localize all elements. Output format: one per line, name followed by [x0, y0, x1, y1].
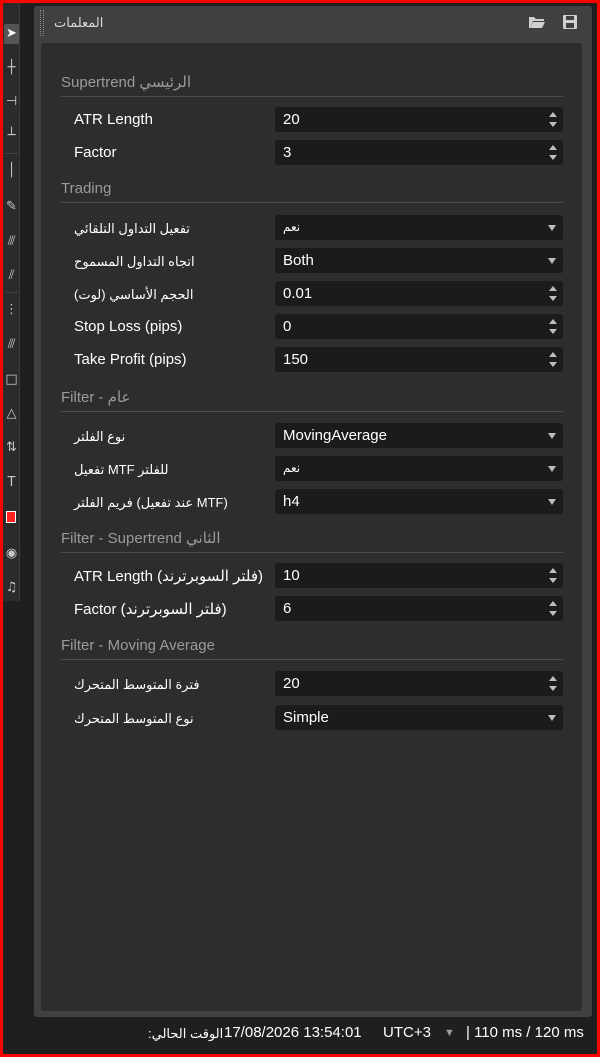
factor-2-value: 6 [283, 600, 292, 617]
chevron-down-icon [548, 225, 556, 231]
atr-length-2-input[interactable]: 10 [275, 563, 563, 588]
lot-size-label: (الحجم الأساسي (لوت [74, 287, 194, 302]
stepper-icon[interactable] [549, 674, 557, 693]
filter-type-label: نوع الفلتر [74, 429, 126, 444]
factor-input[interactable]: 3 [275, 140, 563, 165]
chevron-down-icon [548, 258, 556, 264]
toolbar-divider [5, 153, 18, 154]
triangle-tool-icon[interactable]: △ [4, 404, 19, 424]
vertical-line-tool-icon[interactable]: │ [4, 161, 19, 181]
ma-period-label: فترة المتوسط المتحرك [74, 677, 200, 692]
trade-direction-value: Both [283, 252, 314, 269]
trend-lines-tool-icon[interactable]: ⫻ [4, 335, 19, 355]
section-supertrend-main: Supertrend الرئيسي [61, 73, 563, 97]
ma-type-label: نوع المتوسط المتحرك [74, 711, 194, 726]
take-profit-label: Take Profit (pips) [74, 351, 187, 368]
timezone-dropdown-icon[interactable]: ▼ [444, 1027, 455, 1039]
parallel-channel-tool-icon[interactable]: ⫽ [4, 266, 19, 286]
stepper-icon[interactable] [549, 284, 557, 303]
filter-type-select[interactable]: MovingAverage [275, 423, 563, 448]
chevron-down-icon [548, 715, 556, 721]
fibonacci-tool-icon[interactable]: ⋮ [4, 300, 19, 320]
filter-type-value: MovingAverage [283, 427, 387, 444]
factor-value: 3 [283, 144, 292, 161]
ma-period-input[interactable]: 20 [275, 671, 563, 696]
atr-length-2-label: ATR Length (فلتر السوبرترند) [74, 568, 264, 585]
stepper-icon[interactable] [549, 350, 557, 369]
stop-loss-value: 0 [283, 318, 292, 335]
trade-direction-select[interactable]: Both [275, 248, 563, 273]
mtf-enable-select[interactable]: نعم [275, 456, 563, 481]
save-icon[interactable] [561, 14, 579, 30]
toolbar-divider [5, 292, 18, 293]
atr-length-label: ATR Length [74, 111, 153, 128]
trade-direction-label: اتجاه التداول المسموح [74, 254, 195, 269]
pencil-tool-icon[interactable]: ✎ [4, 197, 19, 217]
open-folder-icon[interactable] [528, 14, 546, 30]
take-profit-value: 150 [283, 351, 309, 368]
take-profit-input[interactable]: 150 [275, 347, 563, 372]
horizontal-line-tool-icon[interactable]: ┴ [4, 126, 19, 146]
section-filter-moving-average: Filter - Moving Average [61, 637, 563, 660]
atr-length-input[interactable]: 20 [275, 107, 563, 132]
mtf-enable-value: نعم [283, 461, 301, 475]
auto-trading-label: تفعيل التداول التلقائي [74, 221, 190, 236]
chevron-down-icon [548, 433, 556, 439]
factor-label: Factor [74, 144, 117, 161]
atr-length-value: 20 [283, 111, 300, 128]
current-datetime: 17/08/2026 13:54:01 [224, 1024, 362, 1041]
color-swatch-icon[interactable] [6, 511, 16, 523]
auto-trading-value: نعم [283, 220, 301, 234]
rectangle-tool-icon[interactable]: □ [4, 370, 19, 390]
chevron-down-icon [548, 466, 556, 472]
section-filter-supertrend: Filter - Supertrend الثاني [61, 529, 563, 553]
stepper-icon[interactable] [549, 599, 557, 618]
ma-type-select[interactable]: Simple [275, 705, 563, 730]
stepper-icon[interactable] [549, 317, 557, 336]
chevron-down-icon [548, 499, 556, 505]
stepper-icon[interactable] [549, 566, 557, 585]
factor-2-label: Factor (فلتر السوبرترند) [74, 601, 227, 618]
stepper-icon[interactable] [549, 110, 557, 129]
section-filter-general: Filter - عام [61, 388, 563, 412]
auto-trading-select[interactable]: نعم [275, 215, 563, 240]
horizontal-ray-tool-icon[interactable]: ⊣ [4, 92, 19, 112]
current-time-label: :الوقت الحالي [148, 1026, 224, 1041]
parameters-panel: المعلمات Supertrend الرئيسي ATR Length 2… [34, 6, 592, 1017]
section-trading: Trading [61, 180, 563, 203]
factor-2-input[interactable]: 6 [275, 596, 563, 621]
measure-tool-icon[interactable]: ⇅ [4, 438, 19, 458]
lot-size-value: 0.01 [283, 285, 313, 302]
ma-period-value: 20 [283, 675, 300, 692]
eye-visibility-icon[interactable]: ◉ [4, 544, 19, 564]
stop-loss-input[interactable]: 0 [275, 314, 563, 339]
stop-loss-label: Stop Loss (pips) [74, 318, 183, 335]
mtf-enable-label: تفعيل MTF للفلتر [74, 462, 169, 477]
filter-timeframe-label: فريم الفلتر (عند تفعيل MTF) [74, 495, 228, 510]
pitchfork-tool-icon[interactable]: ⫻ [4, 232, 19, 252]
stepper-icon[interactable] [549, 143, 557, 162]
crosshair-tool-icon[interactable]: ┼ [4, 58, 19, 78]
drawing-toolbar: ➤ ┼ ⊣ ┴ │ ✎ ⫻ ⫽ ⋮ ⫻ □ △ ⇅ T ◉ ♫ [3, 3, 20, 601]
panel-title: المعلمات [54, 15, 104, 30]
cursor-tool-icon[interactable]: ➤ [4, 24, 19, 44]
atr-length-2-value: 10 [283, 567, 300, 584]
parameters-list: Supertrend الرئيسي ATR Length 20 Factor … [41, 43, 582, 1011]
timezone-selector[interactable]: UTC+3 [383, 1024, 431, 1041]
text-tool-icon[interactable]: T [4, 473, 19, 493]
filter-timeframe-value: h4 [283, 493, 300, 510]
drag-handle[interactable] [40, 10, 44, 36]
ma-type-value: Simple [283, 709, 329, 726]
latency-readout: | 110 ms / 120 ms [466, 1024, 584, 1041]
lot-size-input[interactable]: 0.01 [275, 281, 563, 306]
alert-bell-icon[interactable]: ♫ [4, 578, 19, 598]
filter-timeframe-select[interactable]: h4 [275, 489, 563, 514]
